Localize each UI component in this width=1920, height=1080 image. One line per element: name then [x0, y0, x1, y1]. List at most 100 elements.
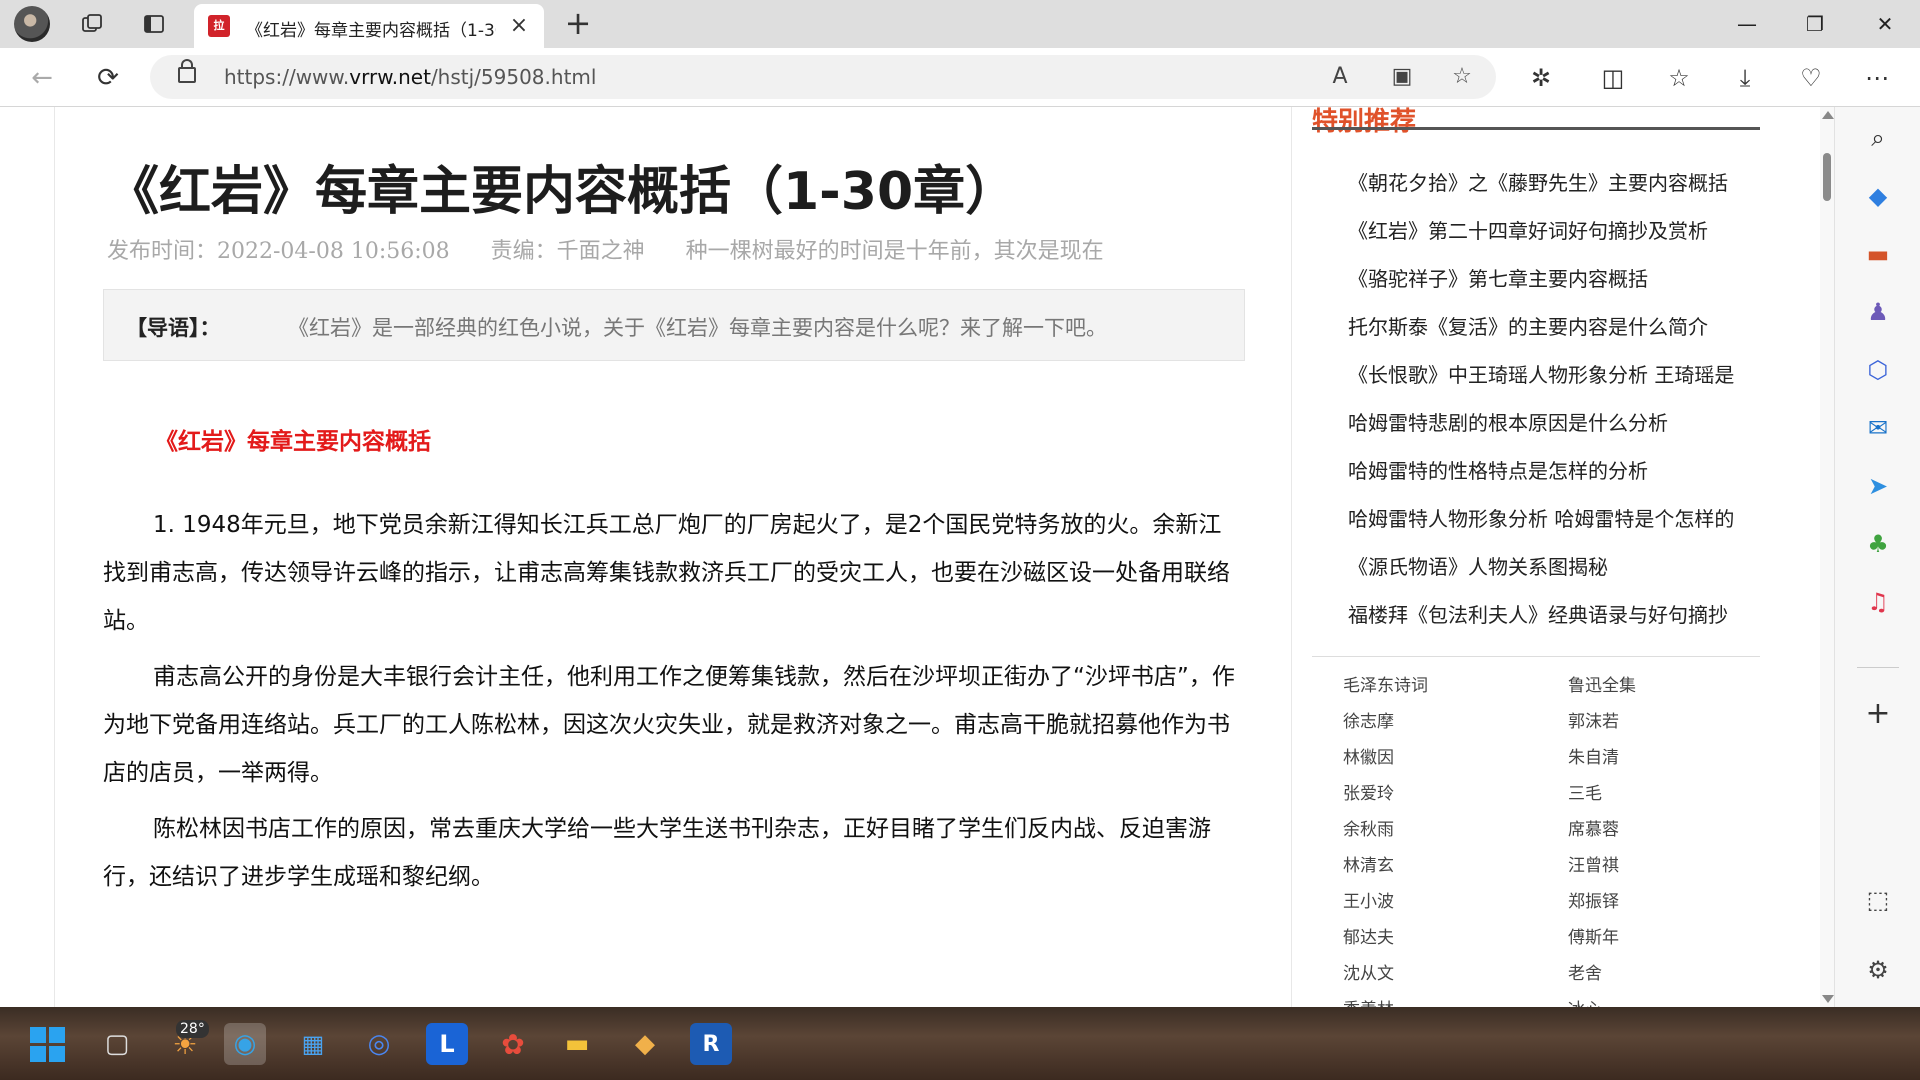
- refresh-icon[interactable]: ⟳: [90, 60, 126, 96]
- tree-icon[interactable]: ♣: [1861, 527, 1895, 561]
- author-link[interactable]: 鲁迅全集: [1568, 671, 1636, 696]
- author-link[interactable]: 三毛: [1568, 779, 1602, 804]
- back-arrow-icon[interactable]: ←: [24, 60, 60, 96]
- recommendation-link[interactable]: 《骆驼祥子》第七章主要内容概括: [1348, 255, 1788, 303]
- restore-button[interactable]: ❐: [1792, 6, 1838, 42]
- l-app-icon[interactable]: L: [426, 1023, 468, 1065]
- page-scrollbar[interactable]: [1820, 107, 1834, 1007]
- search-icon[interactable]: ⌕: [1861, 121, 1895, 155]
- tab-title: 《红岩》每章主要内容概括（1-30章）: [246, 21, 496, 41]
- sidebar-divider-2: [1312, 656, 1760, 657]
- shopping-tag-icon[interactable]: ◆: [1861, 179, 1895, 213]
- article-title: 《红岩》每章主要内容概括（1-30章）: [107, 162, 1018, 222]
- article-meta: 发布时间：2022-04-08 10:56:08 责编：千面之神 种一棵树最好的…: [107, 233, 1138, 265]
- favorites-list-icon[interactable]: ☆: [1662, 61, 1696, 95]
- windows-taskbar: ▢ ☀ ◉ ▦ ◎ L ✿ ▬ ◆ R: [0, 1007, 1920, 1080]
- extensions-icon[interactable]: ✲: [1524, 61, 1558, 95]
- browser-toolbar: ← ⟳ https://www.vrrw.net/hstj/59508.html…: [0, 48, 1920, 107]
- recommendation-link[interactable]: 《朝花夕拾》之《藤野先生》主要内容概括: [1348, 159, 1788, 207]
- recommendation-link[interactable]: 哈姆雷特的性格特点是怎样的分析: [1348, 447, 1788, 495]
- paragraph-2: 甫志高公开的身份是大丰银行会计主任，他利用工作之便筹集钱款，然后在沙坪坝正街办了…: [103, 664, 1235, 786]
- settings-gear-icon[interactable]: ⚙: [1861, 953, 1895, 987]
- author-link[interactable]: 王小波: [1343, 887, 1394, 912]
- new-tab-button[interactable]: +: [560, 6, 596, 42]
- lead-text: 《红岩》是一部经典的红色小说，关于《红岩》每章主要内容是什么呢？来了解一下吧。: [288, 316, 1107, 340]
- split-screen-icon[interactable]: ◫: [1596, 61, 1630, 95]
- author-link[interactable]: 毛泽东诗词: [1343, 671, 1428, 696]
- screenshot-icon[interactable]: ⬚: [1861, 883, 1895, 917]
- tab-close-icon[interactable]: ×: [506, 13, 532, 39]
- minimize-button[interactable]: —: [1724, 6, 1770, 42]
- url-text[interactable]: https://www.vrrw.net/hstj/59508.html: [224, 65, 596, 89]
- tab-actions-icon[interactable]: [138, 8, 170, 40]
- browser-essentials-icon[interactable]: ♡: [1794, 61, 1828, 95]
- paragraph-3: 陈松林因书店工作的原因，常去重庆大学给一些大学生送书刊杂志，正好目睹了学生们反内…: [103, 816, 1211, 890]
- weather-temp-badge: 28°: [176, 1020, 209, 1038]
- send-icon[interactable]: ➤: [1861, 469, 1895, 503]
- folder-icon[interactable]: ▬: [556, 1023, 598, 1065]
- color-wheel-icon[interactable]: ✿: [492, 1023, 534, 1065]
- author-link[interactable]: 老舍: [1568, 959, 1602, 984]
- author-link[interactable]: 郁达夫: [1343, 923, 1394, 948]
- author-link[interactable]: 朱自清: [1568, 743, 1619, 768]
- immersive-reader-icon[interactable]: ▣: [1388, 63, 1416, 91]
- recommendation-list: 《朝花夕拾》之《藤野先生》主要内容概括 《红岩》第二十四章好词好句摘抄及赏析 《…: [1348, 159, 1788, 639]
- read-aloud-icon[interactable]: A: [1326, 63, 1354, 91]
- author-link[interactable]: 林徽因: [1343, 743, 1394, 768]
- browser-app-icon[interactable]: ◎: [358, 1023, 400, 1065]
- games-icon[interactable]: ♟: [1861, 295, 1895, 329]
- recommendation-link[interactable]: 《源氏物语》人物关系图揭秘: [1348, 543, 1788, 591]
- author-link[interactable]: 张爱玲: [1343, 779, 1394, 804]
- start-windows-icon[interactable]: [26, 1023, 68, 1065]
- recommendation-link[interactable]: 福楼拜《包法利夫人》经典语录与好句摘抄: [1348, 591, 1788, 639]
- lead-label: 【导语】：: [126, 316, 221, 340]
- author-link[interactable]: 席慕蓉: [1568, 815, 1619, 840]
- recommendation-link[interactable]: 《红岩》第二十四章好词好句摘抄及赏析: [1348, 207, 1788, 255]
- section-heading: 《红岩》每章主要内容概括: [155, 429, 431, 455]
- edge-browser-icon[interactable]: ◉: [224, 1023, 266, 1065]
- author-link[interactable]: 冰心: [1568, 995, 1602, 1007]
- scrollbar-thumb[interactable]: [1823, 153, 1831, 201]
- workspaces-icon[interactable]: [76, 8, 108, 40]
- close-window-button[interactable]: ✕: [1862, 6, 1908, 42]
- music-icon[interactable]: ♫: [1861, 585, 1895, 619]
- paragraph-1: 1. 1948年元旦，地下党员余新江得知长江兵工总厂炮厂的厂房起火了，是2个国民…: [103, 512, 1230, 634]
- lock-icon[interactable]: [178, 59, 196, 83]
- editor-name: 责编：千面之神: [490, 239, 645, 264]
- recommendation-link[interactable]: 《长恨歌》中王琦瑶人物形象分析 王琦瑶是: [1348, 351, 1788, 399]
- recommendation-link[interactable]: 托尔斯泰《复活》的主要内容是什么简介: [1348, 303, 1788, 351]
- active-tab[interactable]: 拉 《红岩》每章主要内容概括（1-30章） ×: [194, 4, 544, 48]
- author-link[interactable]: 沈从文: [1343, 959, 1394, 984]
- scroll-down-arrow-icon[interactable]: [1822, 995, 1834, 1003]
- recommendation-link[interactable]: 哈姆雷特人物形象分析 哈姆雷特是个怎样的: [1348, 495, 1788, 543]
- microsoft-365-icon[interactable]: ⬡: [1861, 353, 1895, 387]
- author-link[interactable]: 余秋雨: [1343, 815, 1394, 840]
- author-link[interactable]: 季羡林: [1343, 995, 1394, 1007]
- author-link[interactable]: 汪曾祺: [1568, 851, 1619, 876]
- downloads-icon[interactable]: ⤓: [1728, 61, 1762, 95]
- site-favicon-icon: 拉: [208, 15, 230, 37]
- sidebar-divider: [1312, 127, 1760, 130]
- author-link[interactable]: 傅斯年: [1568, 923, 1619, 948]
- r-app-icon[interactable]: R: [690, 1023, 732, 1065]
- file-manager-icon[interactable]: ▢: [96, 1023, 138, 1065]
- outlook-icon[interactable]: ✉: [1861, 411, 1895, 445]
- tools-briefcase-icon[interactable]: ▬: [1861, 237, 1895, 271]
- author-link[interactable]: 徐志摩: [1343, 707, 1394, 732]
- author-link[interactable]: 郑振铎: [1568, 887, 1619, 912]
- edge-sidebar: ⌕ ◆ ▬ ♟ ⬡ ✉ ➤ ♣ ♫ + ⬚ ⚙: [1834, 107, 1920, 1007]
- author-link[interactable]: 林清玄: [1343, 851, 1394, 876]
- edge-sidebar-separator: [1857, 667, 1899, 668]
- web-page: 《红岩》每章主要内容概括（1-30章） 发布时间：2022-04-08 10:5…: [0, 107, 1824, 1007]
- author-link[interactable]: 郭沫若: [1568, 707, 1619, 732]
- microsoft-store-icon[interactable]: ▦: [292, 1023, 334, 1065]
- address-bar[interactable]: https://www.vrrw.net/hstj/59508.html A ▣…: [150, 55, 1496, 99]
- profile-avatar[interactable]: [14, 6, 50, 42]
- more-menu-icon[interactable]: ⋯: [1860, 61, 1894, 95]
- publish-time: 发布时间：2022-04-08 10:56:08: [107, 239, 450, 264]
- recommendation-link[interactable]: 哈姆雷特悲剧的根本原因是什么分析: [1348, 399, 1788, 447]
- add-sidebar-app-icon[interactable]: +: [1861, 697, 1895, 731]
- scroll-up-arrow-icon[interactable]: [1822, 111, 1834, 119]
- favorite-star-icon[interactable]: ☆: [1448, 63, 1476, 91]
- drop-app-icon[interactable]: ◆: [624, 1023, 666, 1065]
